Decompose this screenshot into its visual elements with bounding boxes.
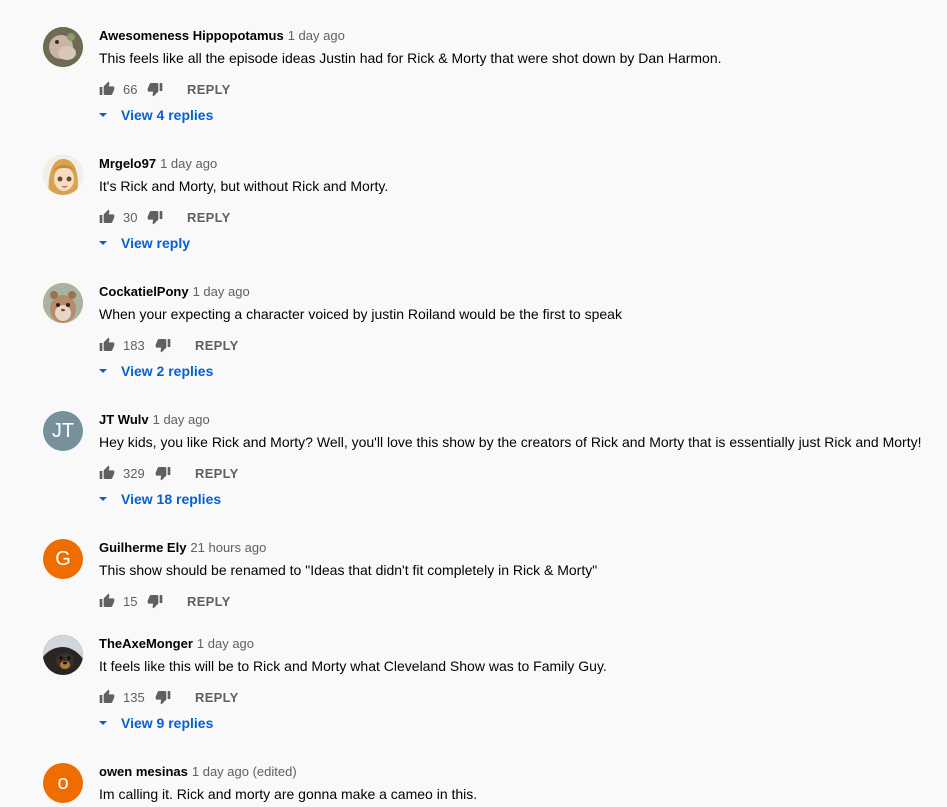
avatar[interactable]: G <box>43 539 83 579</box>
comment-actions: 329 REPLY <box>99 463 239 483</box>
view-replies-label: View reply <box>121 235 191 251</box>
avatar[interactable] <box>43 283 83 323</box>
avatar[interactable] <box>43 27 83 67</box>
reply-button[interactable]: REPLY <box>195 338 239 353</box>
avatar-letter: JT <box>51 419 75 442</box>
comment-text: It's Rick and Morty, but without Rick an… <box>99 178 389 194</box>
hippo-avatar-icon <box>43 27 83 67</box>
thumbs-up-icon[interactable] <box>99 209 115 225</box>
thumbs-down-icon[interactable] <box>147 593 163 609</box>
author-name[interactable]: TheAxeMonger <box>99 636 193 651</box>
avatar[interactable] <box>43 635 83 675</box>
view-replies-button[interactable]: View reply <box>97 235 190 251</box>
author-name[interactable]: owen mesinas <box>99 764 188 779</box>
view-replies-label: View 9 replies <box>121 715 214 731</box>
comment-header: Awesomeness Hippopotamus 1 day ago <box>99 27 345 45</box>
avatar[interactable]: o <box>43 763 83 803</box>
caret-down-icon <box>99 241 107 245</box>
like-count: 15 <box>123 593 138 609</box>
author-name[interactable]: Awesomeness Hippopotamus <box>99 28 284 43</box>
reply-button[interactable]: REPLY <box>187 82 231 97</box>
comment-header: Guilherme Ely 21 hours ago <box>99 539 266 557</box>
author-name[interactable]: CockatielPony <box>99 284 189 299</box>
comment-time[interactable]: 1 day ago <box>288 28 345 43</box>
view-replies-label: View 2 replies <box>121 363 214 379</box>
thumbs-up-icon[interactable] <box>99 81 115 97</box>
thumbs-up-icon[interactable] <box>99 337 115 353</box>
comment-header: JT Wulv 1 day ago <box>99 411 210 429</box>
thumbs-down-icon[interactable] <box>155 465 171 481</box>
comment-time[interactable]: 21 hours ago <box>190 540 266 555</box>
avatar[interactable] <box>43 155 83 195</box>
hamster-avatar-icon <box>43 283 83 323</box>
thumbs-up-icon[interactable] <box>99 593 115 609</box>
thumbs-down-icon[interactable] <box>147 81 163 97</box>
reply-button[interactable]: REPLY <box>195 466 239 481</box>
comment-text: Hey kids, you like Rick and Morty? Well,… <box>99 434 922 450</box>
thumbs-up-icon[interactable] <box>99 689 115 705</box>
thumbs-down-icon[interactable] <box>147 209 163 225</box>
view-replies-button[interactable]: View 18 replies <box>97 491 221 507</box>
thumbs-up-icon[interactable] <box>99 465 115 481</box>
avatar-letter: o <box>57 771 69 794</box>
reply-button[interactable]: REPLY <box>187 210 231 225</box>
comment-text: It feels like this will be to Rick and M… <box>99 658 607 674</box>
comment-header: CockatielPony 1 day ago <box>99 283 250 301</box>
view-replies-button[interactable]: View 4 replies <box>97 107 213 123</box>
comment-text: This feels like all the episode ideas Ju… <box>99 50 722 66</box>
anime-girl-avatar-icon <box>43 155 83 195</box>
like-count: 66 <box>123 81 138 97</box>
view-replies-label: View 4 replies <box>121 107 214 123</box>
comment-text: This show should be renamed to "Ideas th… <box>99 562 598 578</box>
comment-time[interactable]: 1 day ago <box>153 412 210 427</box>
comment-actions: 30 REPLY <box>99 207 231 227</box>
avatar-letter: G <box>55 547 71 570</box>
like-count: 183 <box>123 337 145 353</box>
comment-actions: 15 REPLY <box>99 591 231 611</box>
comment-text: Im calling it. Rick and morty are gonna … <box>99 786 478 802</box>
view-replies-button[interactable]: View 9 replies <box>97 715 213 731</box>
comment-time[interactable]: 1 day ago <box>197 636 254 651</box>
comment-header: Mrgelo97 1 day ago <box>99 155 217 173</box>
caret-down-icon <box>99 113 107 117</box>
thumbs-down-icon[interactable] <box>155 689 171 705</box>
avatar[interactable]: JT <box>43 411 83 451</box>
comment-time[interactable]: 1 day ago <box>193 284 250 299</box>
comment-actions: 66 REPLY <box>99 79 231 99</box>
comment-actions: 135 REPLY <box>99 687 239 707</box>
author-name[interactable]: Mrgelo97 <box>99 156 156 171</box>
comment-time[interactable]: 1 day ago <box>160 156 217 171</box>
like-count: 30 <box>123 209 138 225</box>
comment-text: When your expecting a character voiced b… <box>99 306 622 322</box>
reply-button[interactable]: REPLY <box>195 690 239 705</box>
caret-down-icon <box>99 721 107 725</box>
author-name[interactable]: Guilherme Ely <box>99 540 186 555</box>
comment-time[interactable]: 1 day ago (edited) <box>192 764 297 779</box>
comment-header: owen mesinas 1 day ago (edited) <box>99 763 297 781</box>
like-count: 135 <box>123 689 145 705</box>
view-replies-label: View 18 replies <box>121 491 222 507</box>
comment-actions: 183 REPLY <box>99 335 239 355</box>
caret-down-icon <box>99 369 107 373</box>
caret-down-icon <box>99 497 107 501</box>
view-replies-button[interactable]: View 2 replies <box>97 363 213 379</box>
reply-button[interactable]: REPLY <box>187 594 231 609</box>
author-name[interactable]: JT Wulv <box>99 412 149 427</box>
like-count: 329 <box>123 465 145 481</box>
thumbs-down-icon[interactable] <box>155 337 171 353</box>
dog-avatar-icon <box>43 635 83 675</box>
comment-header: TheAxeMonger 1 day ago <box>99 635 254 653</box>
